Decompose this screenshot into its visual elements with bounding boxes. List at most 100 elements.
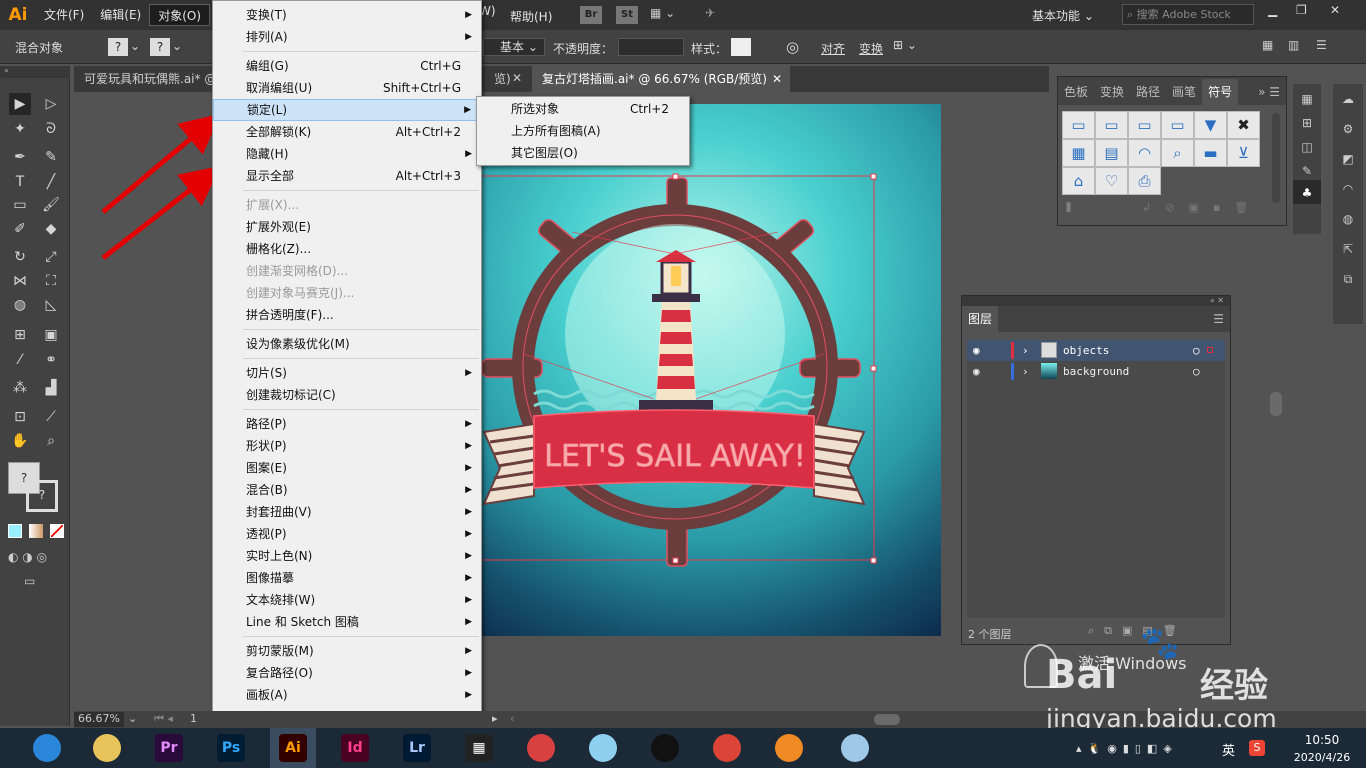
taskbar-app[interactable] bbox=[580, 728, 626, 768]
visibility-eye-icon[interactable]: ◉ bbox=[973, 340, 980, 361]
symbol-home-icon[interactable]: ⌂ bbox=[1062, 167, 1095, 195]
shape-builder-icon[interactable]: ◍ bbox=[9, 294, 31, 316]
object-menu-item[interactable]: 透视(P) ▶ bbox=[213, 523, 481, 545]
transform-icon[interactable]: ⊞ bbox=[1293, 108, 1321, 132]
object-menu-item[interactable]: 扩展外观(E) bbox=[213, 216, 481, 238]
object-menu-item[interactable]: 图像描摹 ▶ bbox=[213, 567, 481, 589]
symbol-close-icon[interactable]: ✖ bbox=[1227, 111, 1260, 139]
object-menu-item[interactable]: 编组(G) Ctrl+G bbox=[213, 55, 481, 77]
visibility-eye-icon[interactable]: ◉ bbox=[973, 361, 980, 382]
taskbar-app[interactable] bbox=[24, 728, 70, 768]
align-panel-icon[interactable]: ▦ bbox=[1262, 38, 1273, 52]
minimize-button[interactable]: ▁ bbox=[1268, 3, 1277, 17]
layers-menu-icon[interactable]: ☰ bbox=[1207, 306, 1230, 332]
menu-help[interactable]: 帮助(H) bbox=[510, 8, 552, 25]
object-menu-item[interactable]: 显示全部 Alt+Ctrl+3 bbox=[213, 165, 481, 187]
symbol-cart-icon[interactable]: ⊻ bbox=[1227, 139, 1260, 167]
none-mode-icon[interactable] bbox=[50, 524, 64, 538]
object-menu-item[interactable]: 排列(A) ▶ bbox=[213, 26, 481, 48]
zoom-tool-icon[interactable]: ⌕ bbox=[40, 430, 62, 452]
mesh-tool-icon[interactable]: ⊞ bbox=[9, 324, 31, 346]
stroke-color-box[interactable]: ? bbox=[26, 480, 58, 512]
lasso-icon[interactable]: ᘐ bbox=[40, 118, 62, 140]
magic-wand-icon[interactable]: ✦ bbox=[9, 118, 31, 140]
symbol-dropdown-icon[interactable]: ▼ bbox=[1194, 111, 1227, 139]
object-menu-item[interactable]: 复合路径(O) ▶ bbox=[213, 662, 481, 684]
taskbar-app[interactable] bbox=[518, 728, 564, 768]
symbol-film-icon[interactable]: ▤ bbox=[1095, 139, 1128, 167]
gradient-icon[interactable]: ◠ bbox=[1333, 174, 1363, 204]
stroke-swatch[interactable]: ? bbox=[150, 38, 170, 56]
close-tab-icon[interactable]: ✕ bbox=[772, 66, 782, 92]
symbol-library-icon[interactable]: ⫼ bbox=[1066, 201, 1071, 215]
taskbar-app[interactable]: Pr bbox=[146, 728, 192, 768]
object-menu-item[interactable]: 文本绕排(W) ▶ bbox=[213, 589, 481, 611]
lighthouse-artwork[interactable]: LET'S SAIL AWAY! bbox=[464, 104, 941, 636]
layer-row-objects[interactable]: ◉ › objects ○ bbox=[967, 340, 1225, 361]
horizontal-scrollbar-thumb[interactable] bbox=[874, 714, 900, 725]
system-tray-icons[interactable]: ▴🐧◉▮▯◧◈ bbox=[1076, 742, 1178, 755]
taskbar-app[interactable]: Lr bbox=[394, 728, 440, 768]
expand-layer-icon[interactable]: › bbox=[1022, 361, 1029, 382]
menu-icon[interactable]: ☰ bbox=[1316, 38, 1327, 52]
color-mode-icon[interactable] bbox=[8, 524, 22, 538]
object-menu-item[interactable]: 混合(B) ▶ bbox=[213, 479, 481, 501]
tab-transform[interactable]: 变换 bbox=[1094, 79, 1130, 105]
symbols-icon[interactable]: ♣ bbox=[1293, 180, 1321, 204]
clock-date[interactable]: 2020/4/26 bbox=[1290, 751, 1354, 764]
gpu-rocket-icon[interactable]: ✈ bbox=[705, 6, 715, 20]
object-menu-item[interactable]: 全部解锁(K) Alt+Ctrl+2 bbox=[213, 121, 481, 143]
object-menu-item[interactable]: 实时上色(N) ▶ bbox=[213, 545, 481, 567]
opacity-input[interactable] bbox=[618, 38, 684, 56]
object-menu-item[interactable]: Line 和 Sketch 图稿 ▶ bbox=[213, 611, 481, 633]
taskbar-app[interactable]: ▦ bbox=[456, 728, 502, 768]
isolate-icon[interactable]: ⊞ ⌄ bbox=[893, 38, 917, 52]
symbol-rss-icon[interactable]: ◠ bbox=[1128, 139, 1161, 167]
artboard-tool-icon[interactable]: ⊡ bbox=[9, 406, 31, 428]
arrange-documents-icon[interactable]: ▦ ⌄ bbox=[650, 6, 675, 20]
taskbar-app[interactable] bbox=[704, 728, 750, 768]
graph-tool-icon[interactable]: ▟ bbox=[40, 377, 62, 399]
object-menu-item[interactable]: 画板(A) ▶ bbox=[213, 684, 481, 706]
layers-panel-collapse-icon[interactable]: « ✕ bbox=[962, 296, 1230, 306]
object-menu-item[interactable]: 路径(P) ▶ bbox=[213, 413, 481, 435]
fill-dropdown-icon[interactable]: ⌄ bbox=[130, 39, 140, 53]
perspective-grid-icon[interactable]: ◺ bbox=[40, 294, 62, 316]
object-menu-item[interactable]: 变换(T) ▶ bbox=[213, 4, 481, 26]
symbol-button-2[interactable]: ▭ bbox=[1095, 111, 1128, 139]
pen-tool-icon[interactable]: ✒ bbox=[9, 146, 31, 168]
eraser-icon[interactable]: ◆ bbox=[40, 218, 62, 240]
menu-edit[interactable]: 编辑(E) bbox=[92, 4, 149, 26]
rectangle-tool-icon[interactable]: ▭ bbox=[9, 194, 31, 216]
artboards-icon[interactable]: ⧉ bbox=[1333, 264, 1363, 294]
clock-time[interactable]: 10:50 bbox=[1290, 733, 1354, 747]
color-guide-icon[interactable]: ▦ bbox=[1293, 84, 1321, 108]
free-transform-icon[interactable]: ⛶ bbox=[40, 270, 62, 292]
symbol-button-3[interactable]: ▭ bbox=[1128, 111, 1161, 139]
gradient-tool-icon[interactable]: ▣ bbox=[40, 324, 62, 346]
tab-pathfinder[interactable]: 路径 bbox=[1130, 79, 1166, 105]
first-artboard-icon[interactable]: ⏮ ◂ bbox=[154, 712, 173, 726]
curvature-tool-icon[interactable]: ✎ bbox=[40, 146, 62, 168]
object-menu-item[interactable]: 拼合透明度(F)... bbox=[213, 304, 481, 326]
scale-tool-icon[interactable]: ⤢ bbox=[40, 246, 62, 268]
symbol-calendar-icon[interactable]: ▦ bbox=[1062, 139, 1095, 167]
tab-layers[interactable]: 图层 bbox=[962, 306, 999, 332]
stroke-dropdown-icon[interactable]: ⌄ bbox=[172, 39, 182, 53]
distribute-icon[interactable]: ▥ bbox=[1288, 38, 1299, 52]
taskbar-app[interactable] bbox=[832, 728, 878, 768]
graphic-style-swatch[interactable] bbox=[731, 38, 751, 56]
lock-submenu-item[interactable]: 上方所有图稿(A) bbox=[477, 120, 689, 142]
stock-icon[interactable]: St bbox=[616, 6, 638, 24]
bridge-icon[interactable]: Br bbox=[580, 6, 602, 24]
object-menu-item[interactable]: 图案(E) ▶ bbox=[213, 457, 481, 479]
object-menu-item[interactable]: 剪切蒙版(M) ▶ bbox=[213, 640, 481, 662]
close-window-button[interactable]: ✕ bbox=[1330, 3, 1340, 17]
taskbar-app[interactable]: Id bbox=[332, 728, 378, 768]
panel-menu-icon[interactable]: » ☰ bbox=[1252, 79, 1286, 105]
direct-selection-tool-icon[interactable]: ▷ bbox=[40, 93, 62, 115]
expand-layer-icon[interactable]: › bbox=[1022, 340, 1029, 361]
properties-icon[interactable]: ⚙ bbox=[1333, 114, 1363, 144]
symbol-button-1[interactable]: ▭ bbox=[1062, 111, 1095, 139]
lock-submenu-item[interactable]: 其它图层(O) bbox=[477, 142, 689, 164]
